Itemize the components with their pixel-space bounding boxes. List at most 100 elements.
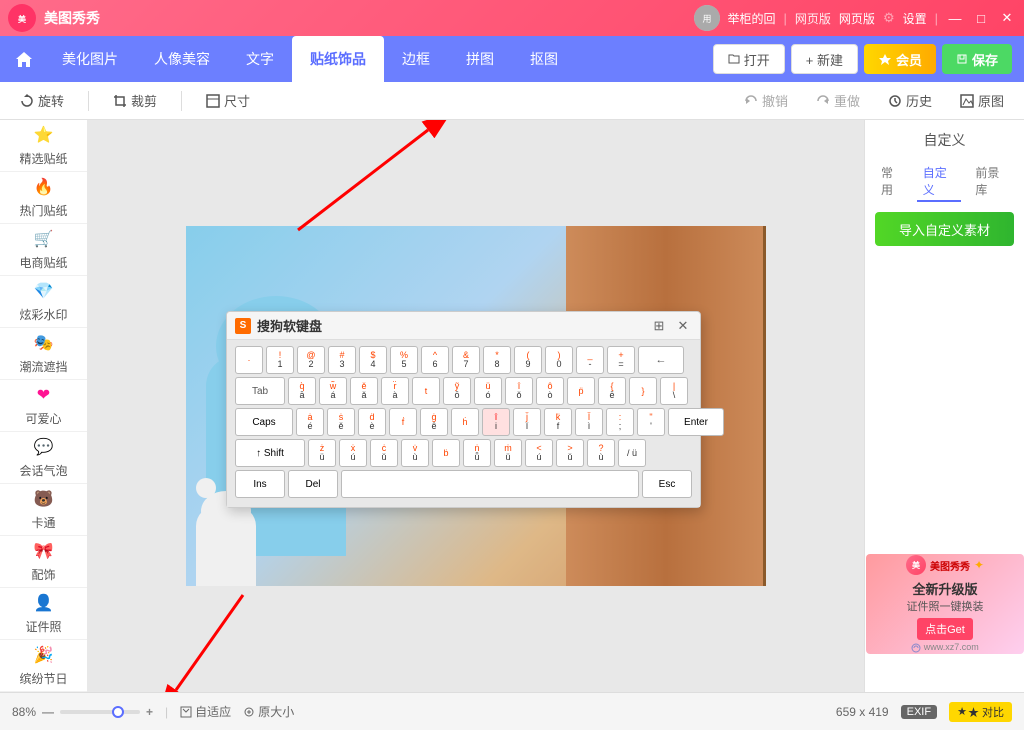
key-j[interactable]: j̈ǐ xyxy=(513,408,541,436)
key-enter[interactable]: Enter xyxy=(668,408,724,436)
nav-border[interactable]: 边框 xyxy=(384,36,448,82)
key-l[interactable]: l̈ì xyxy=(575,408,603,436)
user-label[interactable]: 举柜的回 xyxy=(728,10,776,27)
tab-custom[interactable]: 自定义 xyxy=(917,162,962,202)
key-equals[interactable]: += xyxy=(607,346,635,374)
undo-btn[interactable]: 撤销 xyxy=(736,87,796,114)
key-shift-l[interactable]: ↑ Shift xyxy=(235,439,305,467)
history-btn[interactable]: 历史 xyxy=(880,87,940,114)
key-2[interactable]: @2 xyxy=(297,346,325,374)
sidebar-item-id-photo[interactable]: 👤 证件照 xyxy=(0,588,87,640)
key-7[interactable]: &7 xyxy=(452,346,480,374)
rotate-btn[interactable]: 旋转 xyxy=(12,87,72,114)
key-s[interactable]: ṡě xyxy=(327,408,355,436)
key-i-main[interactable]: îi xyxy=(482,408,510,436)
original-size-btn[interactable]: 原大小 xyxy=(243,703,294,720)
sidebar-item-bubble[interactable]: 💬 会话气泡 xyxy=(0,432,87,484)
minimize-btn[interactable]: — xyxy=(946,9,964,27)
key-k[interactable]: k̈f xyxy=(544,408,572,436)
key-c[interactable]: ċǔ xyxy=(370,439,398,467)
key-6[interactable]: ^6 xyxy=(421,346,449,374)
key-quote[interactable]: "' xyxy=(637,408,665,436)
tab-common[interactable]: 常用 xyxy=(875,162,909,202)
key-lbracket[interactable]: {ē xyxy=(598,377,626,405)
key-rbracket[interactable]: } xyxy=(629,377,657,405)
key-del[interactable]: Del xyxy=(288,470,338,498)
key-tab[interactable]: Tab xyxy=(235,377,285,405)
exif-btn[interactable]: EXIF xyxy=(901,705,937,719)
key-y[interactable]: ỹō xyxy=(443,377,471,405)
original-btn[interactable]: 原图 xyxy=(952,87,1012,114)
sidebar-item-trend[interactable]: 🎭 潮流遮挡 xyxy=(0,328,87,380)
key-backspace[interactable]: ← xyxy=(638,346,684,374)
key-q[interactable]: q̀ā xyxy=(288,377,316,405)
key-x[interactable]: ẋú xyxy=(339,439,367,467)
close-btn[interactable]: ✕ xyxy=(998,9,1016,27)
nav-cutout[interactable]: 抠图 xyxy=(512,36,576,82)
key-t[interactable]: t xyxy=(412,377,440,405)
key-m[interactable]: ṁü xyxy=(494,439,522,467)
key-8[interactable]: *8 xyxy=(483,346,511,374)
vip-btn[interactable]: 会员 xyxy=(864,44,936,74)
zoom-in-btn[interactable]: + xyxy=(146,705,153,719)
nav-text[interactable]: 文字 xyxy=(228,36,292,82)
key-3[interactable]: #3 xyxy=(328,346,356,374)
nav-collage[interactable]: 拼图 xyxy=(448,36,512,82)
nav-sticker[interactable]: 贴纸饰品 xyxy=(292,36,384,82)
sidebar-item-accessory[interactable]: 🎀 配饰 xyxy=(0,536,87,588)
key-slash[interactable]: ?ù xyxy=(587,439,615,467)
key-1[interactable]: !1 xyxy=(266,346,294,374)
scale-btn[interactable]: 尺寸 xyxy=(198,87,258,114)
redo-btn[interactable]: 重做 xyxy=(808,87,868,114)
key-v[interactable]: v̇ù xyxy=(401,439,429,467)
key-backslash[interactable]: |\ xyxy=(660,377,688,405)
zoom-thumb[interactable] xyxy=(112,706,124,718)
nav-portrait[interactable]: 人像美容 xyxy=(136,36,228,82)
zoom-slider[interactable] xyxy=(60,710,140,714)
sidebar-item-hot-sticker[interactable]: 🔥 热门贴纸 xyxy=(0,172,87,224)
key-semicolon[interactable]: :; xyxy=(606,408,634,436)
key-n[interactable]: ṅǖ xyxy=(463,439,491,467)
key-h[interactable]: ḣ xyxy=(451,408,479,436)
key-0[interactable]: )0 xyxy=(545,346,573,374)
key-w[interactable]: w̃á xyxy=(319,377,347,405)
home-nav-btn[interactable] xyxy=(4,36,44,82)
sidebar-item-watermark[interactable]: 💎 炫彩水印 xyxy=(0,276,87,328)
key-caps[interactable]: Caps xyxy=(235,408,293,436)
sidebar-item-festival[interactable]: 🎉 缤纷节日 xyxy=(0,640,87,692)
key-i[interactable]: îǒ xyxy=(505,377,533,405)
key-a[interactable]: ȧé xyxy=(296,408,324,436)
key-shift-r-ext[interactable]: / ü xyxy=(618,439,646,467)
key-4[interactable]: $4 xyxy=(359,346,387,374)
nav-beautify[interactable]: 美化图片 xyxy=(44,36,136,82)
key-space[interactable] xyxy=(341,470,639,498)
key-z[interactable]: żü xyxy=(308,439,336,467)
canvas-image[interactable]: S 搜狗软键盘 ⊞ ✕ · !1 @2 #3 $4 xyxy=(186,226,766,586)
key-comma[interactable]: <ú xyxy=(525,439,553,467)
zoom-out-btn[interactable]: — xyxy=(42,705,54,719)
import-custom-btn[interactable]: 导入自定义素材 xyxy=(875,212,1014,246)
sidebar-item-heart[interactable]: ❤ 可爱心 xyxy=(0,380,87,432)
web-version-btn[interactable]: 网页版 xyxy=(795,10,831,27)
key-ins[interactable]: Ins xyxy=(235,470,285,498)
key-p[interactable]: p̈ xyxy=(567,377,595,405)
restore-btn[interactable]: □ xyxy=(972,9,990,27)
key-g[interactable]: ġê xyxy=(420,408,448,436)
key-r[interactable]: r̈à xyxy=(381,377,409,405)
sidebar-item-selected-sticker[interactable]: ⭐ 精选贴纸 xyxy=(0,120,87,172)
user-avatar[interactable]: 用 xyxy=(694,5,720,31)
crop-btn[interactable]: 裁剪 xyxy=(105,87,165,114)
key-minus[interactable]: _- xyxy=(576,346,604,374)
key-b[interactable]: ḃ xyxy=(432,439,460,467)
key-5[interactable]: %5 xyxy=(390,346,418,374)
sidebar-item-cartoon[interactable]: 🐻 卡通 xyxy=(0,484,87,536)
tab-foreground[interactable]: 前景库 xyxy=(969,162,1014,202)
open-btn[interactable]: 打开 xyxy=(713,44,785,74)
key-e[interactable]: ěǎ xyxy=(350,377,378,405)
key-9[interactable]: (9 xyxy=(514,346,542,374)
save-btn[interactable]: 保存 xyxy=(942,44,1012,74)
key-esc[interactable]: Esc xyxy=(642,470,692,498)
key-backtick[interactable]: · xyxy=(235,346,263,374)
web-label-text[interactable]: 网页版 xyxy=(839,10,875,27)
sidebar-item-ecommerce[interactable]: 🛒 电商贴纸 xyxy=(0,224,87,276)
